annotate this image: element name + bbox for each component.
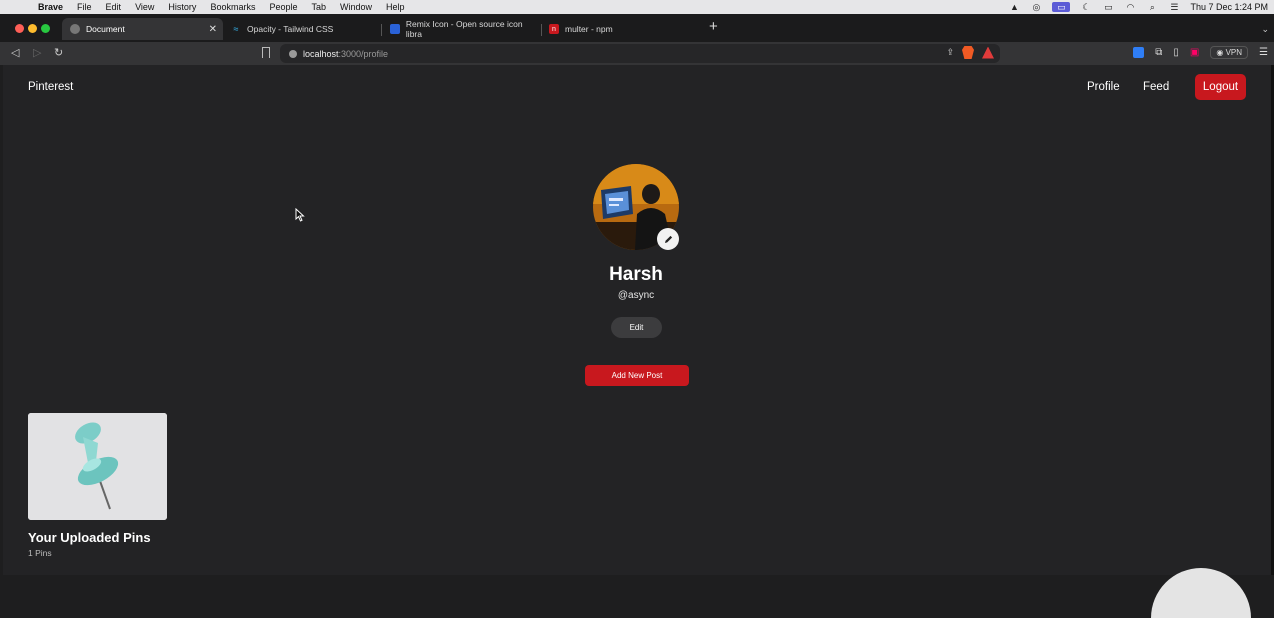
pencil-icon [664, 235, 672, 243]
vlc-icon[interactable]: ▲ [1008, 2, 1020, 12]
assistant-icon[interactable]: ◎ [1030, 2, 1042, 12]
url-actions: ⇪ [946, 46, 994, 59]
screen-share-icon[interactable]: ▭ [1052, 2, 1071, 12]
tab-tailwind[interactable]: ≈ Opacity - Tailwind CSS [223, 18, 381, 40]
pushpin-image [28, 413, 167, 520]
tab-remix-icon[interactable]: Remix Icon - Open source icon libra [382, 18, 540, 40]
menu-view[interactable]: View [135, 2, 154, 12]
tab-multer-npm[interactable]: n multer - npm [541, 18, 699, 40]
profile-handle: @async [617, 290, 655, 301]
forward-icon[interactable]: ▷ [33, 46, 41, 60]
logout-button[interactable]: Logout [1195, 74, 1246, 100]
close-tab-icon[interactable]: ✕ [209, 24, 217, 35]
back-icon[interactable]: ◁ [11, 46, 19, 60]
extensions-area: ⧉ ▯ ▣ ◉ VPN ☰ [1133, 46, 1268, 59]
new-tab-icon[interactable]: + [709, 19, 718, 34]
tab-label: multer - npm [565, 24, 613, 34]
uploaded-pins-count: 1 Pins [28, 548, 52, 558]
browser-toolbar: ◁ ▷ ↻ localhost:3000/profile ⇪ ⧉ ▯ ▣ ◉ V… [0, 42, 1274, 65]
address-bar[interactable]: localhost:3000/profile ⇪ [280, 44, 1000, 63]
download-extension-icon[interactable] [1133, 47, 1145, 58]
wallet-icon[interactable]: ▣ [1190, 47, 1199, 58]
control-center-icon[interactable]: ☰ [1168, 2, 1180, 12]
menu-edit[interactable]: Edit [106, 2, 122, 12]
menu-window[interactable]: Window [340, 2, 372, 12]
bookmark-icon[interactable] [262, 47, 270, 58]
npm-icon: n [549, 24, 559, 34]
brave-rewards-icon[interactable] [982, 46, 994, 59]
vpn-button[interactable]: ◉ VPN [1210, 46, 1249, 59]
macos-menubar: Brave File Edit View History Bookmarks P… [0, 0, 1274, 14]
moon-icon[interactable]: ☾ [1080, 2, 1092, 12]
wifi-icon[interactable]: ◠ [1124, 2, 1136, 12]
page-content: Pinterest Profile Feed Logout Harsh @asy… [3, 65, 1271, 618]
menu-help[interactable]: Help [386, 2, 405, 12]
close-window-icon[interactable] [15, 24, 24, 33]
reload-icon[interactable]: ↻ [54, 46, 63, 60]
edit-profile-button[interactable]: Edit [611, 317, 662, 338]
menu-bookmarks[interactable]: Bookmarks [210, 2, 255, 12]
mouse-cursor-icon [295, 208, 305, 222]
url-path: :3000/profile [338, 48, 389, 59]
share-icon[interactable]: ⇪ [946, 47, 954, 58]
menu-people[interactable]: People [269, 2, 297, 12]
edit-avatar-button[interactable] [657, 228, 679, 250]
menubar-clock[interactable]: Thu 7 Dec 1:24 PM [1190, 2, 1268, 12]
menubar-status-area: ▲ ◎ ▭ ☾ ▭ ◠ ⌕ ☰ Thu 7 Dec 1:24 PM [1008, 0, 1268, 14]
partial-card-shape [1151, 568, 1251, 618]
chevron-down-icon[interactable]: ⌄ [1261, 24, 1269, 35]
menu-file[interactable]: File [77, 2, 92, 12]
tailwind-icon: ≈ [233, 24, 239, 34]
nav-profile-link[interactable]: Profile [1087, 81, 1120, 93]
menu-history[interactable]: History [168, 2, 196, 12]
search-icon[interactable]: ⌕ [1146, 2, 1158, 12]
battery-icon[interactable]: ▭ [1102, 2, 1114, 12]
tab-label: Remix Icon - Open source icon libra [405, 19, 523, 39]
menu-app-name[interactable]: Brave [38, 2, 63, 12]
site-brand[interactable]: Pinterest [28, 81, 73, 93]
brave-shields-icon[interactable] [962, 46, 974, 59]
tab-document[interactable]: Document ✕ [62, 18, 223, 40]
globe-icon [70, 24, 80, 34]
uploaded-pins-title[interactable]: Your Uploaded Pins [28, 530, 151, 545]
sidebar-icon[interactable]: ▯ [1173, 47, 1179, 58]
minimize-window-icon[interactable] [28, 24, 37, 33]
tab-label: Opacity - Tailwind CSS [247, 24, 334, 34]
browser-tab-strip: Document ✕ ≈ Opacity - Tailwind CSS Remi… [0, 14, 1274, 42]
site-info-icon[interactable] [289, 49, 297, 58]
url-host: localhost [303, 48, 339, 59]
vpn-label: VPN [1225, 48, 1243, 57]
zoom-window-icon[interactable] [41, 24, 50, 33]
hamburger-menu-icon[interactable]: ☰ [1259, 47, 1268, 58]
tab-label: Document [86, 24, 125, 34]
remix-icon [390, 24, 400, 34]
menu-tab[interactable]: Tab [311, 2, 326, 12]
profile-name: Harsh [609, 264, 663, 285]
puzzle-icon[interactable]: ⧉ [1155, 47, 1162, 58]
uploaded-pins-card[interactable] [28, 413, 167, 520]
nav-feed-link[interactable]: Feed [1143, 81, 1169, 93]
add-new-post-button[interactable]: Add New Post [585, 365, 689, 386]
